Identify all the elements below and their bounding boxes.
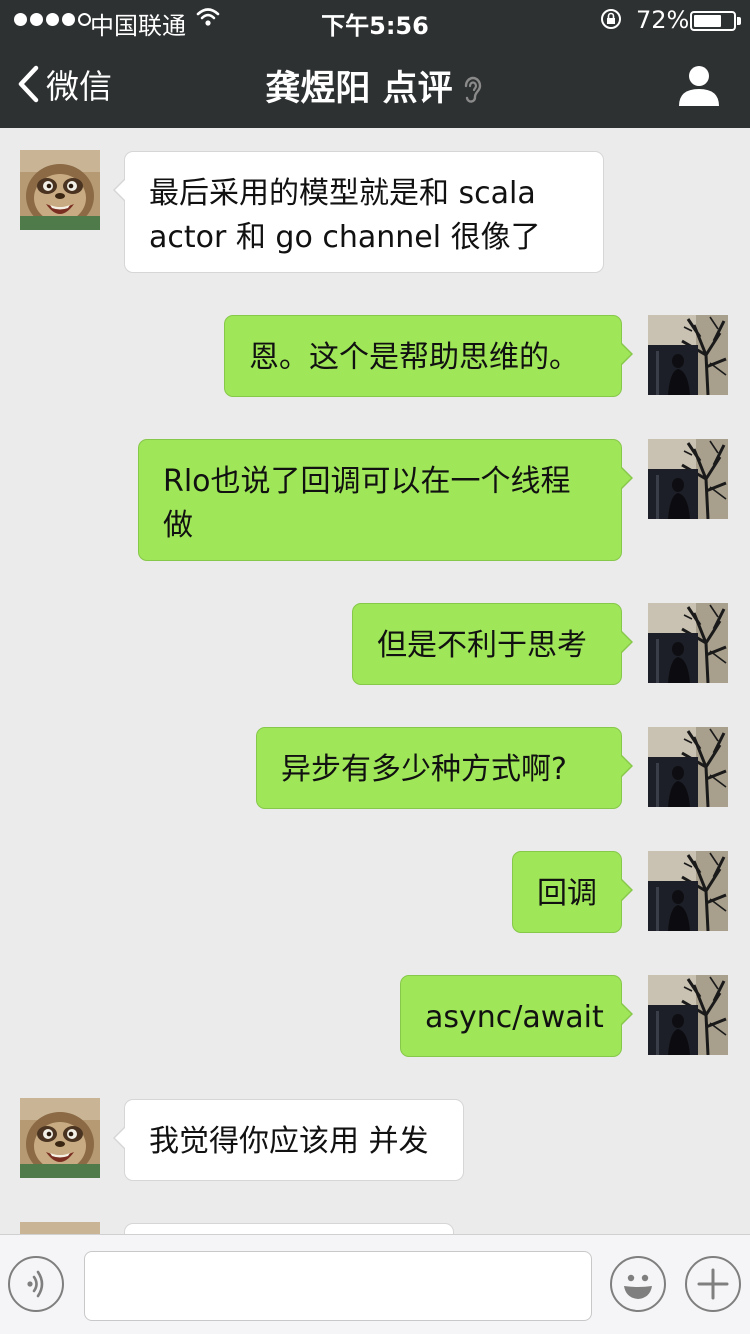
sloth-avatar[interactable] <box>20 150 100 230</box>
chat-title: 龚煜阳 点评 <box>0 60 750 111</box>
message-text: 异步有多少种方式啊? <box>281 752 567 787</box>
message-bubble[interactable] <box>124 1223 454 1234</box>
message-bubble[interactable]: 最后采用的模型就是和 scala actor 和 go channel 很像了 <box>113 151 604 273</box>
rotation-lock-icon <box>601 9 621 29</box>
tree-avatar[interactable] <box>648 603 728 683</box>
voice-icon <box>27 1270 44 1298</box>
ear-icon <box>464 76 481 103</box>
message-text: Rlo也说了回调可以在一个线程做 <box>163 464 571 543</box>
message-text: 恩。这个是帮助思维的。 <box>249 340 579 375</box>
tree-avatar[interactable] <box>648 727 728 807</box>
message-text: 回调 <box>537 876 597 911</box>
message-text: async/await <box>425 1000 604 1035</box>
message-text: 但是不利于思考 <box>377 628 587 663</box>
battery-tip <box>737 17 741 25</box>
sloth-avatar[interactable] <box>20 1098 100 1178</box>
nav-bar: 微信 龚煜阳 点评 <box>0 40 750 128</box>
message-bubble[interactable]: 但是不利于思考 <box>352 603 633 685</box>
tree-avatar[interactable] <box>648 975 728 1055</box>
sloth-avatar[interactable] <box>20 1222 100 1234</box>
top-bar: 中国联通 下午5:56 72% 微信 龚煜阳 点评 <box>0 0 750 128</box>
message-bubble[interactable]: Rlo也说了回调可以在一个线程做 <box>138 439 633 561</box>
tree-avatar[interactable] <box>648 851 728 931</box>
status-bar: 中国联通 下午5:56 72% <box>0 0 750 40</box>
message-text: 我觉得你应该用 并发 <box>149 1124 429 1159</box>
input-bar <box>0 1234 750 1334</box>
plus-icon <box>697 1268 729 1300</box>
emoji-button[interactable] <box>610 1256 666 1312</box>
battery-icon <box>690 11 736 31</box>
tree-avatar[interactable] <box>648 439 728 519</box>
message-bubble[interactable]: 我觉得你应该用 并发 <box>113 1099 464 1181</box>
message-bubble[interactable]: async/await <box>400 975 633 1057</box>
battery-percent: 72% <box>636 6 690 34</box>
chat-title-text: 龚煜阳 点评 <box>265 69 453 109</box>
emoji-icon <box>624 1274 652 1299</box>
message-bubble[interactable]: 回调 <box>512 851 633 933</box>
voice-button[interactable] <box>8 1256 64 1312</box>
message-text: 最后采用的模型就是和 scala actor 和 go channel 很像了 <box>149 176 541 255</box>
more-button[interactable] <box>685 1256 741 1312</box>
message-bubble[interactable]: 异步有多少种方式啊? <box>256 727 633 809</box>
profile-icon[interactable] <box>676 62 722 108</box>
message-list[interactable]: 最后采用的模型就是和 scala actor 和 go channel 很像了 … <box>0 128 750 1234</box>
message-bubble[interactable]: 恩。这个是帮助思维的。 <box>224 315 633 397</box>
tree-avatar[interactable] <box>648 315 728 395</box>
message-input[interactable] <box>84 1251 592 1321</box>
